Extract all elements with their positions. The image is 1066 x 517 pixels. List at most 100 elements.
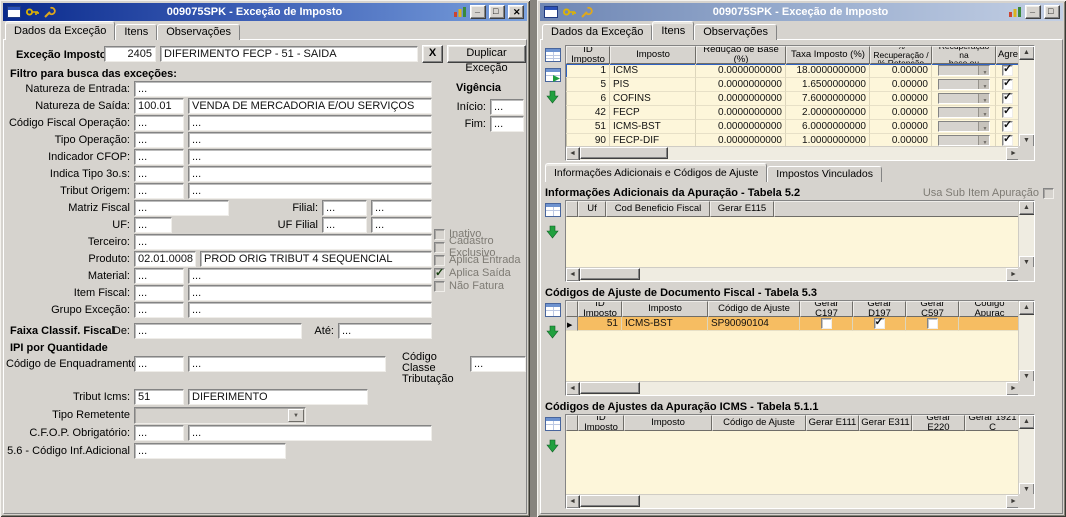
tab-dados-da-excecao[interactable]: Dados da Exceção [542, 24, 653, 40]
classe-tributacao-field[interactable]: ... [470, 356, 526, 372]
item-fiscal-desc-field[interactable]: ... [188, 285, 432, 301]
natureza-saida-desc-field[interactable]: VENDA DE MERCADORIA E/OU SERVIÇOS [188, 98, 432, 114]
tipo-operacao-code-field[interactable]: ... [134, 132, 184, 148]
column-header-id-imposto[interactable]: ID Imposto [566, 46, 610, 64]
grid-body[interactable] [566, 431, 1018, 497]
window-icon[interactable] [543, 6, 558, 19]
cfop-obrigatorio-desc-field[interactable]: ... [188, 425, 432, 441]
grid-body[interactable] [566, 331, 1018, 384]
scroll-up-button[interactable] [1019, 46, 1034, 60]
column-header-id-imposto[interactable]: ID Imposto [578, 415, 624, 431]
indica-tipo-3os-code-field[interactable]: ... [134, 166, 184, 182]
horizontal-scrollbar[interactable] [566, 381, 1020, 395]
grid-browse-icon[interactable] [545, 48, 562, 64]
table-row[interactable]: 42 FECP 0.0000000000 2.0000000000 0.0000… [566, 106, 1034, 120]
column-header-gerar-e220[interactable]: Gerar E220 [912, 415, 965, 431]
grid-export-icon[interactable] [545, 439, 562, 455]
excecao-imposto-desc-field[interactable]: DIFERIMENTO FECP - 51 - SAIDA [160, 46, 418, 62]
column-header-cod-beneficio[interactable]: Cod Beneficio Fiscal [606, 201, 710, 217]
maximize-button[interactable] [1044, 5, 1060, 19]
column-header-gerar-e111[interactable]: Gerar E111 [806, 415, 859, 431]
column-header-gerar-e311[interactable]: Gerar E311 [859, 415, 912, 431]
duplicar-excecao-button[interactable]: Duplicar Exceção [447, 45, 526, 74]
agregado-checkbox[interactable] [996, 106, 1020, 120]
item-fiscal-code-field[interactable]: ... [134, 285, 184, 301]
filial-code-field[interactable]: ... [322, 200, 367, 216]
tipo-operacao-desc-field[interactable]: ... [188, 132, 432, 148]
column-header-imposto[interactable]: Imposto [624, 415, 712, 431]
indicador-cfop-desc-field[interactable]: ... [188, 149, 432, 165]
faixa-de-field[interactable]: ... [134, 323, 302, 339]
uf-filial-desc-field[interactable]: ... [371, 217, 432, 233]
scroll-left-button[interactable] [566, 147, 580, 160]
column-header-gerar-c197[interactable]: Gerar C197 [800, 301, 853, 317]
grupo-excecao-code-field[interactable]: ... [134, 302, 184, 318]
indicador-cfop-code-field[interactable]: ... [134, 149, 184, 165]
maximize-button[interactable] [489, 5, 505, 19]
scroll-up-button[interactable] [1019, 201, 1034, 215]
codigo-fiscal-operacao-desc-field[interactable]: ... [188, 115, 432, 131]
tribut-origem-desc-field[interactable]: ... [188, 183, 432, 199]
scrollbar-thumb[interactable] [580, 495, 640, 507]
tab-itens[interactable]: Itens [115, 24, 158, 40]
grid-browse-icon[interactable] [545, 203, 562, 219]
column-header-taxa-imposto[interactable]: Taxa Imposto (%) [786, 46, 870, 64]
scrollbar-thumb[interactable] [580, 382, 640, 394]
matriz-fiscal-field[interactable]: ... [134, 200, 229, 216]
tab-observacoes[interactable]: Observações [157, 24, 241, 40]
grid-body[interactable] [566, 217, 1018, 270]
scroll-left-button[interactable] [566, 495, 580, 508]
column-header-imposto[interactable]: Imposto [610, 46, 696, 64]
grid-refresh-icon[interactable] [545, 68, 562, 84]
grupo-excecao-desc-field[interactable]: ... [188, 302, 432, 318]
gerar-c197-checkbox[interactable] [800, 317, 853, 331]
column-header-uf[interactable]: Uf [578, 201, 606, 217]
agregado-checkbox[interactable] [996, 64, 1020, 78]
scroll-up-button[interactable] [1019, 301, 1034, 315]
scroll-up-button[interactable] [1019, 415, 1034, 429]
tab-dados-da-excecao[interactable]: Dados da Exceção [5, 21, 116, 40]
column-header-agregado[interactable]: Agre [996, 46, 1020, 64]
material-desc-field[interactable]: ... [188, 268, 432, 284]
faixa-ate-field[interactable]: ... [338, 323, 432, 339]
agregado-checkbox[interactable] [996, 120, 1020, 134]
table-row[interactable]: 6 COFINS 0.0000000000 7.6000000000 0.000… [566, 92, 1034, 106]
column-header-codigo-ajuste[interactable]: Código de Ajuste [708, 301, 800, 317]
natureza-saida-code-field[interactable]: 100.01 [134, 98, 184, 114]
column-header-codigo-apuracao[interactable]: Código Apuraç [959, 301, 1020, 317]
agregado-checkbox[interactable] [996, 78, 1020, 92]
tab-itens[interactable]: Itens [652, 21, 695, 40]
horizontal-scrollbar[interactable] [566, 267, 1020, 281]
uf-field[interactable]: ... [134, 217, 172, 233]
fim-field[interactable]: ... [490, 116, 524, 132]
scrollbar-thumb[interactable] [580, 147, 668, 159]
enquadramento-desc-field[interactable]: ... [188, 356, 386, 372]
table-row[interactable]: 51 ICMS-BST 0.0000000000 6.0000000000 0.… [566, 120, 1034, 134]
minimize-button[interactable] [1025, 4, 1041, 19]
window-icon[interactable] [6, 6, 21, 19]
grid-export-icon[interactable] [545, 325, 562, 341]
enquadramento-code-field[interactable]: ... [134, 356, 184, 372]
grid-browse-icon[interactable] [545, 303, 562, 319]
subtab-informacoes-adicionais[interactable]: Informações Adicionais e Códigos de Ajus… [545, 163, 768, 182]
column-header-reducao-base[interactable]: Redução de Base (%) [696, 46, 786, 64]
tab-observacoes[interactable]: Observações [694, 24, 778, 40]
inicio-field[interactable]: ... [490, 99, 524, 115]
cfop-obrigatorio-code-field[interactable]: ... [134, 425, 184, 441]
natureza-entrada-field[interactable]: ... [134, 81, 432, 97]
vertical-scrollbar[interactable] [1018, 301, 1034, 384]
table-row[interactable]: 1 ICMS 0.0000000000 18.0000000000 0.0000… [566, 64, 1034, 78]
tribut-icms-desc-field[interactable]: DIFERIMENTO [188, 389, 368, 405]
tribut-origem-code-field[interactable]: ... [134, 183, 184, 199]
gerar-c597-checkbox[interactable] [906, 317, 959, 331]
produto-code-field[interactable]: 02.01.0008 [134, 251, 196, 267]
horizontal-scrollbar[interactable] [566, 494, 1020, 508]
material-code-field[interactable]: ... [134, 268, 184, 284]
scroll-left-button[interactable] [566, 382, 580, 395]
codigo-fiscal-operacao-code-field[interactable]: ... [134, 115, 184, 131]
terceiro-field[interactable]: ... [134, 234, 432, 250]
column-header-recuperacao-retencao[interactable]: % Recuperação / % Retenção [870, 46, 932, 64]
minimize-button[interactable] [470, 4, 486, 19]
column-header-codigo-ajuste[interactable]: Código de Ajuste [712, 415, 806, 431]
column-header-id-imposto[interactable]: ID Imposto [578, 301, 622, 317]
